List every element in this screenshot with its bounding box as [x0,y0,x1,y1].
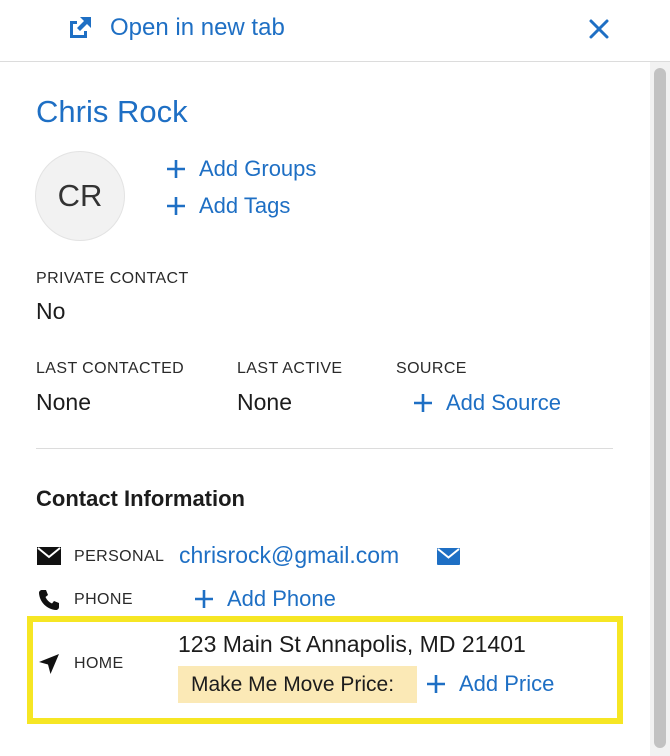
email-type-label: PERSONAL [74,548,165,565]
phone-type-label: PHONE [74,591,133,608]
add-groups-link[interactable]: Add Groups [165,156,316,182]
external-link-icon [70,17,91,38]
last-contacted-label: LAST CONTACTED [36,360,185,377]
avatar-initials: CR [57,178,103,213]
contact-name[interactable]: Chris Rock [36,94,188,130]
last-active-value: None [237,389,292,415]
make-me-move-price-text: Make Me Move Price: [191,672,395,696]
phone-icon [39,590,59,610]
location-arrow-icon [39,654,59,674]
panel-header: Open in new tab [0,0,670,62]
home-address[interactable]: 123 Main St Annapolis, MD 21401 [178,631,526,658]
add-phone-label: Add Phone [227,586,336,611]
add-phone-link[interactable]: Add Phone [193,586,336,612]
open-in-new-tab-label: Open in new tab [110,14,285,41]
private-contact-label: PRIVATE CONTACT [36,270,189,287]
add-source-link[interactable]: Add Source [412,390,561,416]
add-tags-link[interactable]: Add Tags [165,193,290,219]
plus-icon [414,394,432,412]
last-active-label: LAST ACTIVE [237,360,343,377]
add-groups-label: Add Groups [199,156,317,181]
source-label: SOURCE [396,360,467,377]
plus-icon [195,590,213,608]
private-contact-value: No [36,298,66,324]
plus-icon [427,675,445,693]
home-type-label: HOME [74,655,124,672]
open-in-new-tab-link[interactable]: Open in new tab [66,14,285,42]
avatar: CR [35,151,125,241]
close-icon[interactable] [584,14,614,44]
add-tags-label: Add Tags [199,193,291,218]
plus-icon [167,160,185,178]
make-me-move-price-label: Make Me Move Price: [178,666,417,703]
add-price-label: Add Price [459,671,555,696]
email-link[interactable]: chrisrock@gmail.com [179,542,399,569]
contact-information-title: Contact Information [36,486,245,511]
add-source-label: Add Source [446,390,561,415]
send-email-icon[interactable] [437,548,460,565]
scrollbar-thumb[interactable] [654,68,666,748]
envelope-icon [37,547,61,565]
section-divider [36,448,613,449]
plus-icon [167,197,185,215]
add-price-link[interactable]: Add Price [425,671,554,697]
last-contacted-value: None [36,389,91,415]
